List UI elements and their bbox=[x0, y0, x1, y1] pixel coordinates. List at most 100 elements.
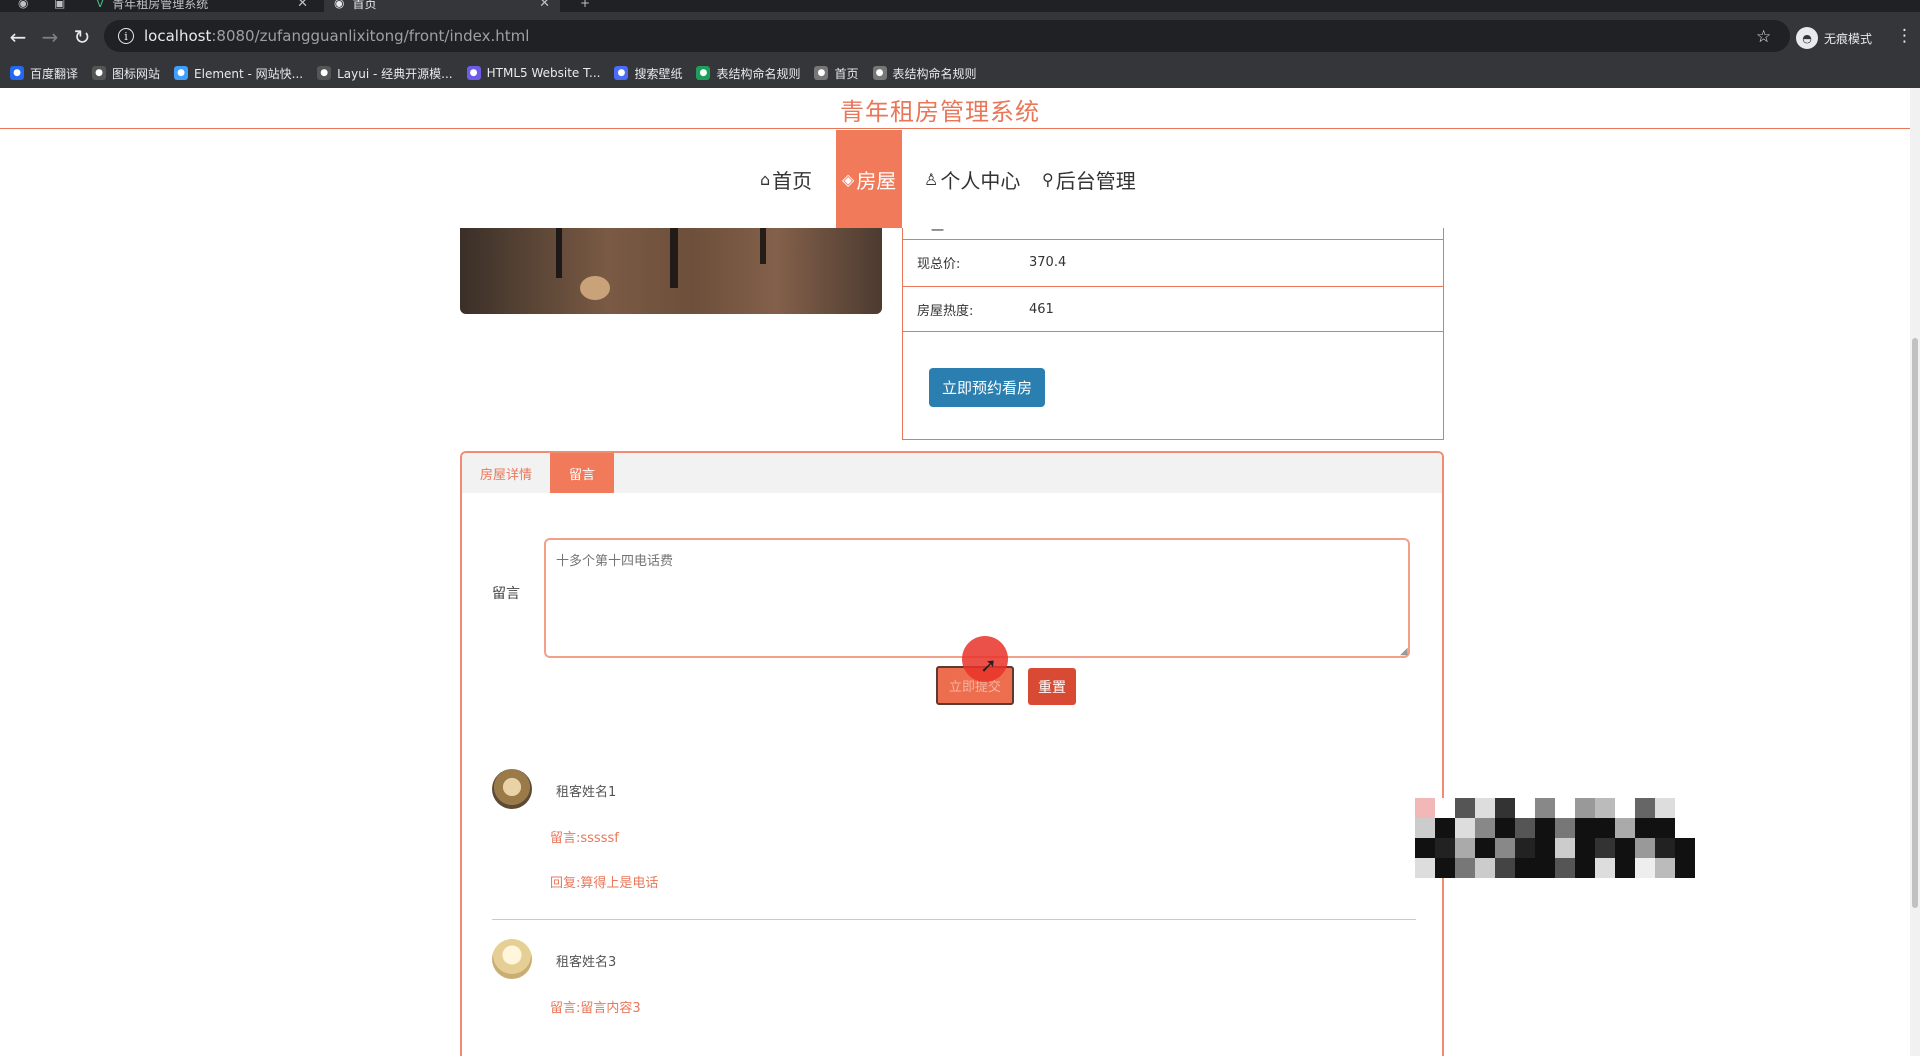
nav-label: 房屋 bbox=[856, 168, 897, 193]
bookmark-item[interactable]: ● Element - 网站快... bbox=[174, 65, 303, 82]
bookmark-item[interactable]: ● 百度翻译 bbox=[10, 65, 78, 82]
bookmark-label: Element - 网站快... bbox=[194, 66, 304, 81]
reload-icon[interactable]: ↻ bbox=[70, 26, 94, 48]
flag-icon: ● bbox=[92, 66, 107, 80]
nav-item-admin[interactable]: ⚲ 后台管理 bbox=[1042, 130, 1136, 228]
cursor-pointer-icon: ➚ bbox=[980, 653, 997, 677]
close-icon[interactable]: ✕ bbox=[297, 0, 308, 11]
incognito-icon: ◓ bbox=[1796, 27, 1818, 49]
bookmark-label: Layui - 经典开源模... bbox=[337, 66, 453, 81]
book-viewing-button[interactable]: 立即预约看房 bbox=[929, 368, 1045, 407]
tab-app[interactable]: V 青年租房管理系统 ✕ bbox=[86, 0, 318, 12]
url-host: localhost bbox=[144, 27, 212, 45]
nav-item-home[interactable]: ⌂ 首页 bbox=[760, 130, 812, 228]
globe-icon: ● bbox=[872, 66, 887, 80]
resize-handle-icon[interactable]: ◢ bbox=[1400, 646, 1408, 657]
bookmark-label: HTML5 Website T... bbox=[486, 66, 601, 80]
avatar bbox=[492, 939, 532, 979]
title-divider bbox=[0, 128, 1910, 129]
url-path: :8080/zufangguanlixitong/front/index.htm… bbox=[211, 27, 530, 45]
house-photo bbox=[460, 228, 882, 314]
bookmark-item[interactable]: ● 图标网站 bbox=[92, 65, 160, 82]
back-arrow-icon[interactable]: ← bbox=[6, 26, 30, 48]
reset-button[interactable]: 重置 bbox=[1028, 668, 1076, 705]
info-label: 房屋热度: bbox=[917, 303, 974, 319]
bookmark-label: 表结构命名规则 bbox=[716, 66, 801, 81]
element-icon: ● bbox=[174, 66, 189, 80]
bookmark-item[interactable]: ● 表结构命名规则 bbox=[696, 65, 800, 82]
incognito-label: 无痕模式 bbox=[1824, 31, 1873, 46]
nav-label: 后台管理 bbox=[1055, 168, 1136, 193]
detail-panel: 房屋详情 留言 留言 ◢ 立即提交 ➚ 重置 租客姓名1 留言:sssssf 回… bbox=[460, 451, 1444, 1056]
bookmark-item[interactable]: ● 表结构命名规则 bbox=[872, 65, 977, 82]
tab-window-icon: ▣ bbox=[54, 0, 66, 10]
tab-label: 青年租房管理系统 bbox=[112, 0, 209, 11]
wallpaper-icon: ● bbox=[614, 66, 629, 80]
comment-divider bbox=[492, 919, 1416, 920]
tab-messages[interactable]: 留言 bbox=[550, 453, 614, 493]
comment-author: 租客姓名1 bbox=[556, 785, 617, 800]
comment-author: 租客姓名3 bbox=[556, 955, 617, 970]
nav-item-house[interactable]: ◈ 房屋 bbox=[836, 130, 903, 228]
bookmark-label: 百度翻译 bbox=[30, 66, 79, 81]
bookmark-item[interactable]: ● 首页 bbox=[814, 65, 859, 82]
sheet-icon: ● bbox=[696, 66, 711, 80]
main-nav: ⌂ 首页 ◈ 房屋 ♙ 个人中心 ⚲ 后台管理 bbox=[0, 130, 1910, 228]
star-icon[interactable]: ☆ bbox=[1756, 27, 1771, 47]
comment-item: 租客姓名1 留言:sssssf 回复:算得上是电话 bbox=[492, 769, 1422, 909]
translate-icon: ● bbox=[10, 66, 24, 80]
tab-label: 首页 bbox=[352, 0, 377, 11]
bookmark-item[interactable]: ● Layui - 经典开源模... bbox=[317, 65, 453, 82]
avatar bbox=[492, 769, 532, 809]
nav-item-personal-center[interactable]: ♙ 个人中心 bbox=[924, 130, 1020, 228]
scrollbar-thumb[interactable] bbox=[1912, 338, 1918, 908]
bookmark-label: 搜索壁纸 bbox=[634, 66, 683, 81]
layui-icon: ● bbox=[317, 66, 332, 80]
browser-toolbar: ← → ↻ i localhost :8080/zufangguanlixito… bbox=[0, 12, 1920, 64]
info-row-popularity: 房屋热度: 461 bbox=[903, 286, 1443, 332]
message-label: 留言 bbox=[492, 586, 520, 602]
tab-home[interactable]: ◉ 首页 ✕ bbox=[324, 0, 560, 12]
link-icon: ⚲ bbox=[1042, 169, 1054, 189]
bookmark-label: 首页 bbox=[834, 66, 859, 81]
user-icon: ♙ bbox=[924, 169, 939, 189]
panel-tabbar: 房屋详情 留言 bbox=[462, 453, 1442, 493]
bookmark-label: 图标网站 bbox=[112, 66, 161, 81]
nav-label: 首页 bbox=[772, 168, 813, 193]
browser-tab-strip: ◉ ▣ V 青年租房管理系统 ✕ ◉ 首页 ✕ + bbox=[0, 0, 1920, 12]
globe-icon: ● bbox=[814, 66, 829, 80]
page-scrollbar[interactable] bbox=[1910, 88, 1920, 1056]
page-viewport: 青年租房管理系统 ⌂ 首页 ◈ 房屋 ♙ 个人中心 ⚲ 后台管理 一 现总价: … bbox=[0, 88, 1920, 1056]
info-label: 现总价: bbox=[917, 257, 961, 272]
comment-message: 留言:sssssf bbox=[550, 831, 619, 846]
bookmark-item[interactable]: ● HTML5 Website T... bbox=[466, 66, 601, 80]
home-icon: ⌂ bbox=[760, 169, 771, 189]
info-icon[interactable]: i bbox=[118, 28, 134, 44]
bookmarks-bar: ● 百度翻译 ● 图标网站 ● Element - 网站快... ● Layui - 经典开源… bbox=[0, 58, 1920, 88]
info-value: 370.4 bbox=[1029, 255, 1067, 270]
chrome-icon: ◉ bbox=[18, 0, 29, 10]
house-stack-icon: ◈ bbox=[842, 169, 855, 189]
new-tab-button[interactable]: + bbox=[570, 0, 600, 12]
globe-icon: ◉ bbox=[334, 0, 345, 10]
forward-arrow-icon[interactable]: → bbox=[38, 26, 62, 48]
address-bar[interactable]: i localhost :8080/zufangguanlixitong/fro… bbox=[104, 20, 1790, 52]
house-info-table: 一 现总价: 370.4 房屋热度: 461 立即预约看房 bbox=[902, 224, 1444, 440]
bookmark-label: 表结构命名规则 bbox=[892, 66, 977, 81]
tab-house-details[interactable]: 房屋详情 bbox=[462, 453, 550, 493]
comment-message: 留言:留言内容3 bbox=[550, 1001, 641, 1016]
vue-icon: V bbox=[96, 0, 105, 10]
incognito-indicator[interactable]: ◓ 无痕模式 bbox=[1796, 27, 1872, 49]
info-value: 461 bbox=[1029, 301, 1054, 317]
html5-icon: ● bbox=[466, 66, 481, 80]
partial-row-value: 一 bbox=[931, 224, 945, 239]
site-title: 青年租房管理系统 bbox=[840, 98, 1040, 126]
comment-reply: 回复:算得上是电话 bbox=[550, 876, 659, 891]
nav-label: 个人中心 bbox=[940, 168, 1021, 193]
close-icon[interactable]: ✕ bbox=[539, 0, 550, 11]
pixelated-overlay bbox=[1415, 798, 1701, 878]
more-menu-icon[interactable]: ⋮ bbox=[1896, 26, 1913, 46]
info-row-price: 现总价: 370.4 bbox=[903, 239, 1443, 285]
comment-item: 租客姓名3 留言:留言内容3 bbox=[492, 939, 1422, 1039]
bookmark-item[interactable]: ● 搜索壁纸 bbox=[614, 65, 682, 82]
